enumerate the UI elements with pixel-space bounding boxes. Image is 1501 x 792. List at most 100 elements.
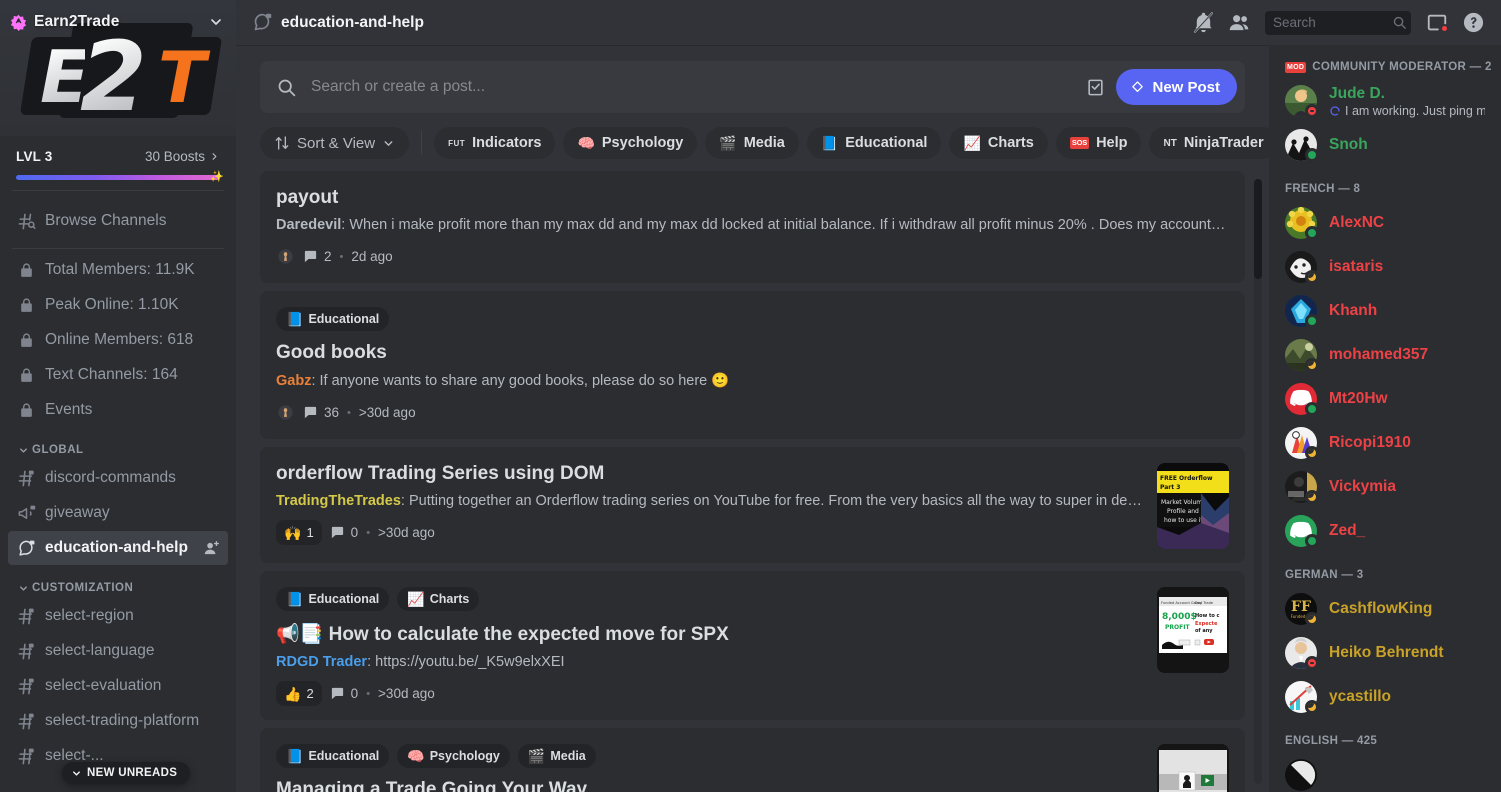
sidebar-item-online-members[interactable]: Online Members: 618 xyxy=(8,323,228,357)
post-timestamp: >30d ago xyxy=(378,525,435,540)
boost-count[interactable]: 30 Boosts xyxy=(145,149,220,164)
server-header[interactable]: Earn2Trade xyxy=(0,0,236,44)
search-input-wrapper[interactable] xyxy=(1265,10,1411,35)
sidebar-item-giveaway[interactable]: giveaway xyxy=(8,496,228,530)
member-row[interactable]: Ricopi1910 xyxy=(1277,421,1493,465)
boost-progress-bar: ✨ xyxy=(16,171,224,183)
sidebar-channel-label: select-evaluation xyxy=(45,677,162,694)
member-custom-status: I am working. Just ping me… xyxy=(1329,104,1485,118)
sidebar-item-select-evaluation[interactable]: select-evaluation xyxy=(8,669,228,703)
post-card[interactable]: payout Daredevil: When i make profit mor… xyxy=(260,171,1245,283)
post-card[interactable]: 📘 Educational 🧠 Psychology 🎬 Media Manag… xyxy=(260,728,1245,792)
svg-text:Profile and: Profile and xyxy=(1167,508,1199,515)
post-thumbnail[interactable]: FREE Orderflow Part 3 Market Volume Prof… xyxy=(1157,463,1229,549)
post-reaction[interactable]: 🙌 1 xyxy=(276,520,322,545)
tag-filter-media[interactable]: 🎬 Media xyxy=(705,127,799,159)
status-indicator-idle xyxy=(1305,612,1319,626)
post-tag[interactable]: 🎬 Media xyxy=(517,744,596,768)
add-member-icon[interactable] xyxy=(203,540,220,557)
clapperboard-emoji-icon: 🎬 xyxy=(527,748,546,764)
sidebar-stat-label: Online Members: 618 xyxy=(45,331,194,348)
member-row[interactable]: isataris xyxy=(1277,245,1493,289)
meta-separator: • xyxy=(339,250,344,263)
post-author: Gabz xyxy=(276,373,312,389)
new-post-button[interactable]: New Post xyxy=(1116,69,1237,105)
sidebar-item-select-trading-platform[interactable]: select-trading-platform xyxy=(8,704,228,738)
member-row[interactable]: Heiko Behrendt xyxy=(1277,631,1493,675)
post-colon: : xyxy=(311,373,320,389)
tag-filter-indicators[interactable]: FUT Indicators xyxy=(434,127,556,159)
checklist-icon[interactable] xyxy=(1082,74,1108,100)
search-input[interactable] xyxy=(1273,15,1392,30)
post-thumbnail[interactable]: Managing a Tra xyxy=(1157,744,1229,792)
post-tag[interactable]: 📘 Educational xyxy=(276,307,390,331)
post-tag[interactable]: 📘 Educational xyxy=(276,744,390,768)
help-circle-icon[interactable] xyxy=(1458,9,1488,37)
sidebar-stat-label: Peak Online: 1.10K xyxy=(45,296,179,313)
member-row[interactable]: ycastillo xyxy=(1277,675,1493,719)
sidebar-item-text-channels[interactable]: Text Channels: 164 xyxy=(8,358,228,392)
member-row[interactable]: Zed_ xyxy=(1277,509,1493,553)
category-customization-label: CUSTOMIZATION xyxy=(32,582,134,594)
member-row[interactable]: AlexNC xyxy=(1277,201,1493,245)
sort-and-view-button[interactable]: Sort & View xyxy=(260,127,410,159)
post-card[interactable]: orderflow Trading Series using DOM Tradi… xyxy=(260,447,1245,563)
member-row[interactable]: mohamed357 xyxy=(1277,333,1493,377)
inbox-icon[interactable] xyxy=(1422,9,1452,37)
create-post-bar[interactable]: Search or create a post... New Post xyxy=(260,61,1245,113)
content-area: Search or create a post... New Post Sort… xyxy=(236,45,1501,792)
member-row[interactable]: Snoh xyxy=(1277,123,1493,167)
post-tag-label: Educational xyxy=(308,312,380,326)
member-row[interactable]: FF Funded Fx CashflowKing xyxy=(1277,587,1493,631)
sidebar-channel-label: select-region xyxy=(45,607,134,624)
sidebar-item-browse-channels[interactable]: Browse Channels xyxy=(8,204,228,238)
server-boost-icon xyxy=(10,14,27,31)
post-card[interactable]: 📘 Educational 📈 Charts 📢📑 How to calcula… xyxy=(260,571,1245,720)
member-name: Vickymia xyxy=(1329,478,1396,495)
post-thumbnail[interactable]: Funded Account Gains! Day Trade 8,000$ P… xyxy=(1157,587,1229,673)
chevron-down-icon[interactable] xyxy=(208,14,224,30)
category-customization[interactable]: CUSTOMIZATION xyxy=(8,566,228,598)
post-reaction[interactable]: 👍 2 xyxy=(276,681,322,706)
sidebar-item-select-language[interactable]: select-language xyxy=(8,634,228,668)
post-tag[interactable]: 🧠 Psychology xyxy=(397,744,510,768)
boost-progress-section[interactable]: LVL 3 30 Boosts ✨ xyxy=(0,136,236,183)
member-row[interactable]: Mt20Hw xyxy=(1277,377,1493,421)
tag-filter-ninjatrader[interactable]: NT NinjaTrader xyxy=(1149,127,1269,159)
post-reaction[interactable] xyxy=(276,400,295,425)
member-row[interactable]: Khanh xyxy=(1277,289,1493,333)
post-comment-count: 0 xyxy=(330,525,358,540)
tag-filter-charts[interactable]: 📈 Charts xyxy=(949,127,1048,159)
post-card[interactable]: 📘 Educational Good books Gabz: If anyone… xyxy=(260,291,1245,439)
post-reaction[interactable] xyxy=(276,244,295,269)
post-snippet-text: If anyone wants to share any good books,… xyxy=(319,373,730,389)
category-global[interactable]: GLOBAL xyxy=(8,428,228,460)
new-unreads-pill[interactable]: NEW UNREADS xyxy=(62,762,191,784)
tag-filter-psychology[interactable]: 🧠 Psychology xyxy=(563,127,698,159)
post-comment-number: 36 xyxy=(324,405,340,420)
sidebar-item-peak-online[interactable]: Peak Online: 1.10K xyxy=(8,288,228,322)
post-tag[interactable]: 📘 Educational xyxy=(276,587,390,611)
member-group-header: ENGLISH — 425 xyxy=(1269,719,1501,753)
members-icon[interactable] xyxy=(1224,9,1254,37)
sidebar-item-discord-commands[interactable]: discord-commands xyxy=(8,461,228,495)
sidebar-item-total-members[interactable]: Total Members: 11.9K xyxy=(8,253,228,287)
member-name: CashflowKing xyxy=(1329,600,1433,617)
lock-icon xyxy=(16,365,37,386)
member-group-label: GERMAN — 3 xyxy=(1285,569,1364,581)
post-tag[interactable]: 📈 Charts xyxy=(397,587,480,611)
sidebar-item-education-and-help[interactable]: education-and-help xyxy=(8,531,228,565)
tag-filter-educational[interactable]: 📘 Educational xyxy=(806,127,942,159)
bell-slash-icon[interactable] xyxy=(1188,9,1218,37)
sidebar-item-events[interactable]: Events xyxy=(8,393,228,427)
sidebar-stat-label: Text Channels: 164 xyxy=(45,366,178,383)
brain-emoji-icon: 🧠 xyxy=(407,748,425,764)
member-row[interactable]: Vickymia xyxy=(1277,465,1493,509)
tag-filter-help[interactable]: SOS Help xyxy=(1055,127,1142,159)
member-row[interactable] xyxy=(1277,753,1493,792)
post-list-scrollbar-thumb[interactable] xyxy=(1254,179,1262,279)
post-snippet-text: When i make profit more than my max dd a… xyxy=(349,217,1229,233)
sidebar-item-select-region[interactable]: select-region xyxy=(8,599,228,633)
svg-text:8,000$: 8,000$ xyxy=(1162,612,1197,622)
member-row[interactable]: Jude D. I am working. Just ping me… xyxy=(1277,79,1493,123)
